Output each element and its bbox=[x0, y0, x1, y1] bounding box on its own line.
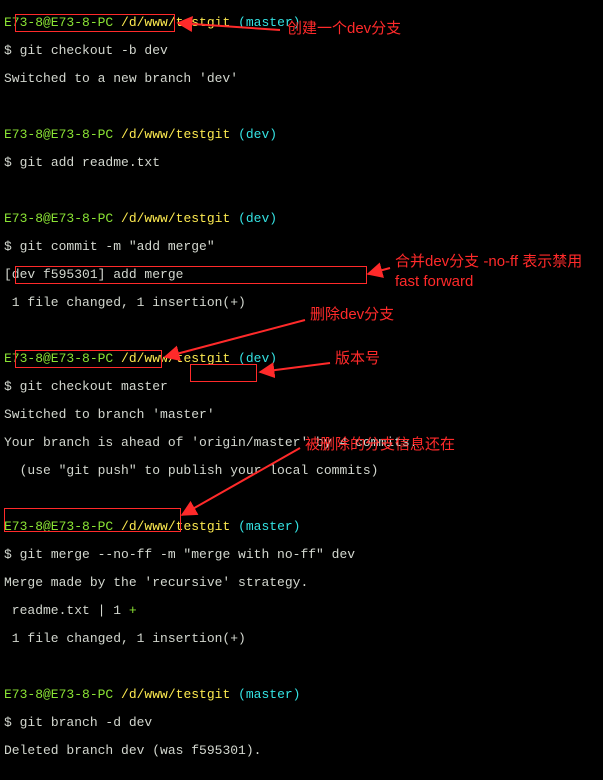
cmd-git-add[interactable]: git add readme.txt bbox=[20, 155, 160, 170]
cmd-git-merge[interactable]: git merge --no-ff -m "merge with no-ff" … bbox=[20, 547, 355, 562]
prompt-branch: (master) bbox=[238, 15, 300, 30]
cmd-branch-d[interactable]: git branch -d dev bbox=[20, 715, 153, 730]
out-commit-1: [dev f595301] add merge bbox=[4, 268, 417, 282]
annot-merge-noff-1: 合并dev分支 -no-ff 表示禁用 bbox=[395, 255, 582, 269]
prompt-host: E73-8@E73-8-PC bbox=[4, 15, 113, 30]
out-switched-master: Switched to branch 'master' bbox=[4, 408, 417, 422]
prompt-path: /d/www/testgit bbox=[121, 15, 230, 30]
out-ahead2: (use "git push" to publish your local co… bbox=[4, 464, 417, 478]
terminal-output: E73-8@E73-8-PC /d/www/testgit (master) $… bbox=[0, 0, 421, 780]
cmd-checkout-master[interactable]: git checkout master bbox=[20, 379, 168, 394]
cmd-git-commit[interactable]: git commit -m "add merge" bbox=[20, 239, 215, 254]
out-merge1: Merge made by the 'recursive' strategy. bbox=[4, 576, 417, 590]
out-commit-2: 1 file changed, 1 insertion(+) bbox=[4, 296, 417, 310]
cmd-checkout-b-dev[interactable]: git checkout -b dev bbox=[20, 43, 168, 58]
out-ahead: Your branch is ahead of 'origin/master' … bbox=[4, 436, 417, 450]
out-merge3: 1 file changed, 1 insertion(+) bbox=[4, 632, 417, 646]
deleted-hash: f595301 bbox=[191, 743, 246, 758]
out-switched-dev: Switched to a new branch 'dev' bbox=[4, 72, 417, 86]
